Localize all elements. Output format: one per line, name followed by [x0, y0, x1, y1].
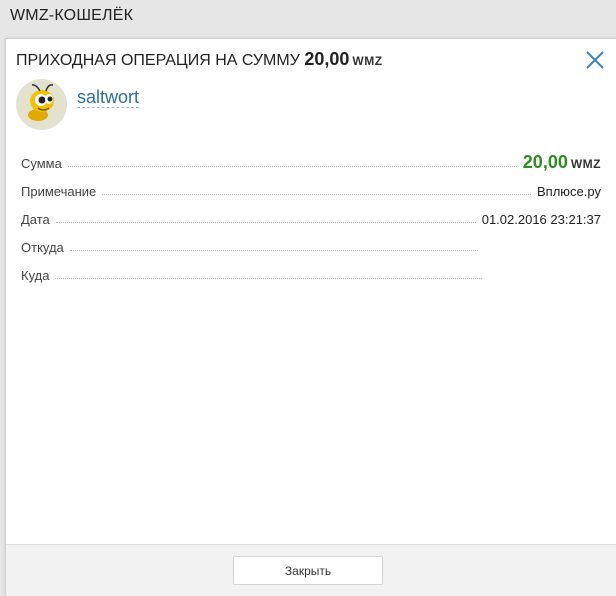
detail-row-date: Дата 01.02.2016 23:21:37 [21, 203, 601, 231]
operation-dialog: ПРИХОДНАЯ ОПЕРАЦИЯ НА СУММУ 20,00 WMZ sal… [5, 38, 616, 596]
dialog-title-prefix: ПРИХОДНАЯ ОПЕРАЦИЯ НА СУММУ [16, 52, 300, 69]
dialog-footer: Закрыть [6, 544, 616, 596]
detail-label: Примечание [21, 184, 97, 199]
detail-label: Сумма [21, 156, 62, 171]
username-link[interactable]: saltwort [77, 87, 140, 108]
detail-value-date: 01.02.2016 23:21:37 [481, 212, 601, 227]
sum-amount: 20,00 [522, 152, 568, 172]
avatar [16, 79, 67, 130]
detail-row-sum: Сумма 20,00 WMZ [21, 147, 601, 175]
close-icon[interactable] [583, 48, 607, 72]
tab-bar: WMZ-КОШЕЛЁК [0, 0, 616, 38]
close-button[interactable]: Закрыть [233, 556, 383, 585]
dialog-title-currency: WMZ [352, 54, 383, 68]
detail-value-sum: 20,00 WMZ [523, 152, 601, 175]
detail-label: Куда [21, 268, 50, 283]
detail-row-from: Откуда [21, 231, 601, 259]
leader-dots [67, 166, 517, 167]
leader-dots [69, 250, 478, 251]
sum-currency: WMZ [570, 157, 601, 171]
user-row: saltwort [16, 79, 416, 131]
tab-title: WMZ-КОШЕЛЁК [10, 7, 134, 24]
details-list: Сумма 20,00 WMZ Примечание Вплюсе.ру Дата… [21, 147, 601, 287]
detail-value-note: Вплюсе.ру [537, 184, 601, 199]
detail-row-note: Примечание Вплюсе.ру [21, 175, 601, 203]
detail-label: Дата [21, 212, 50, 227]
leader-dots [55, 222, 476, 223]
detail-label: Откуда [21, 240, 64, 255]
detail-row-to: Куда [21, 259, 601, 287]
leader-dots [55, 278, 483, 279]
leader-dots [102, 194, 532, 195]
ant-mascot-icon [28, 84, 54, 121]
dialog-title: ПРИХОДНАЯ ОПЕРАЦИЯ НА СУММУ 20,00 WMZ [16, 49, 576, 71]
dialog-title-amount: 20,00 [304, 49, 350, 69]
